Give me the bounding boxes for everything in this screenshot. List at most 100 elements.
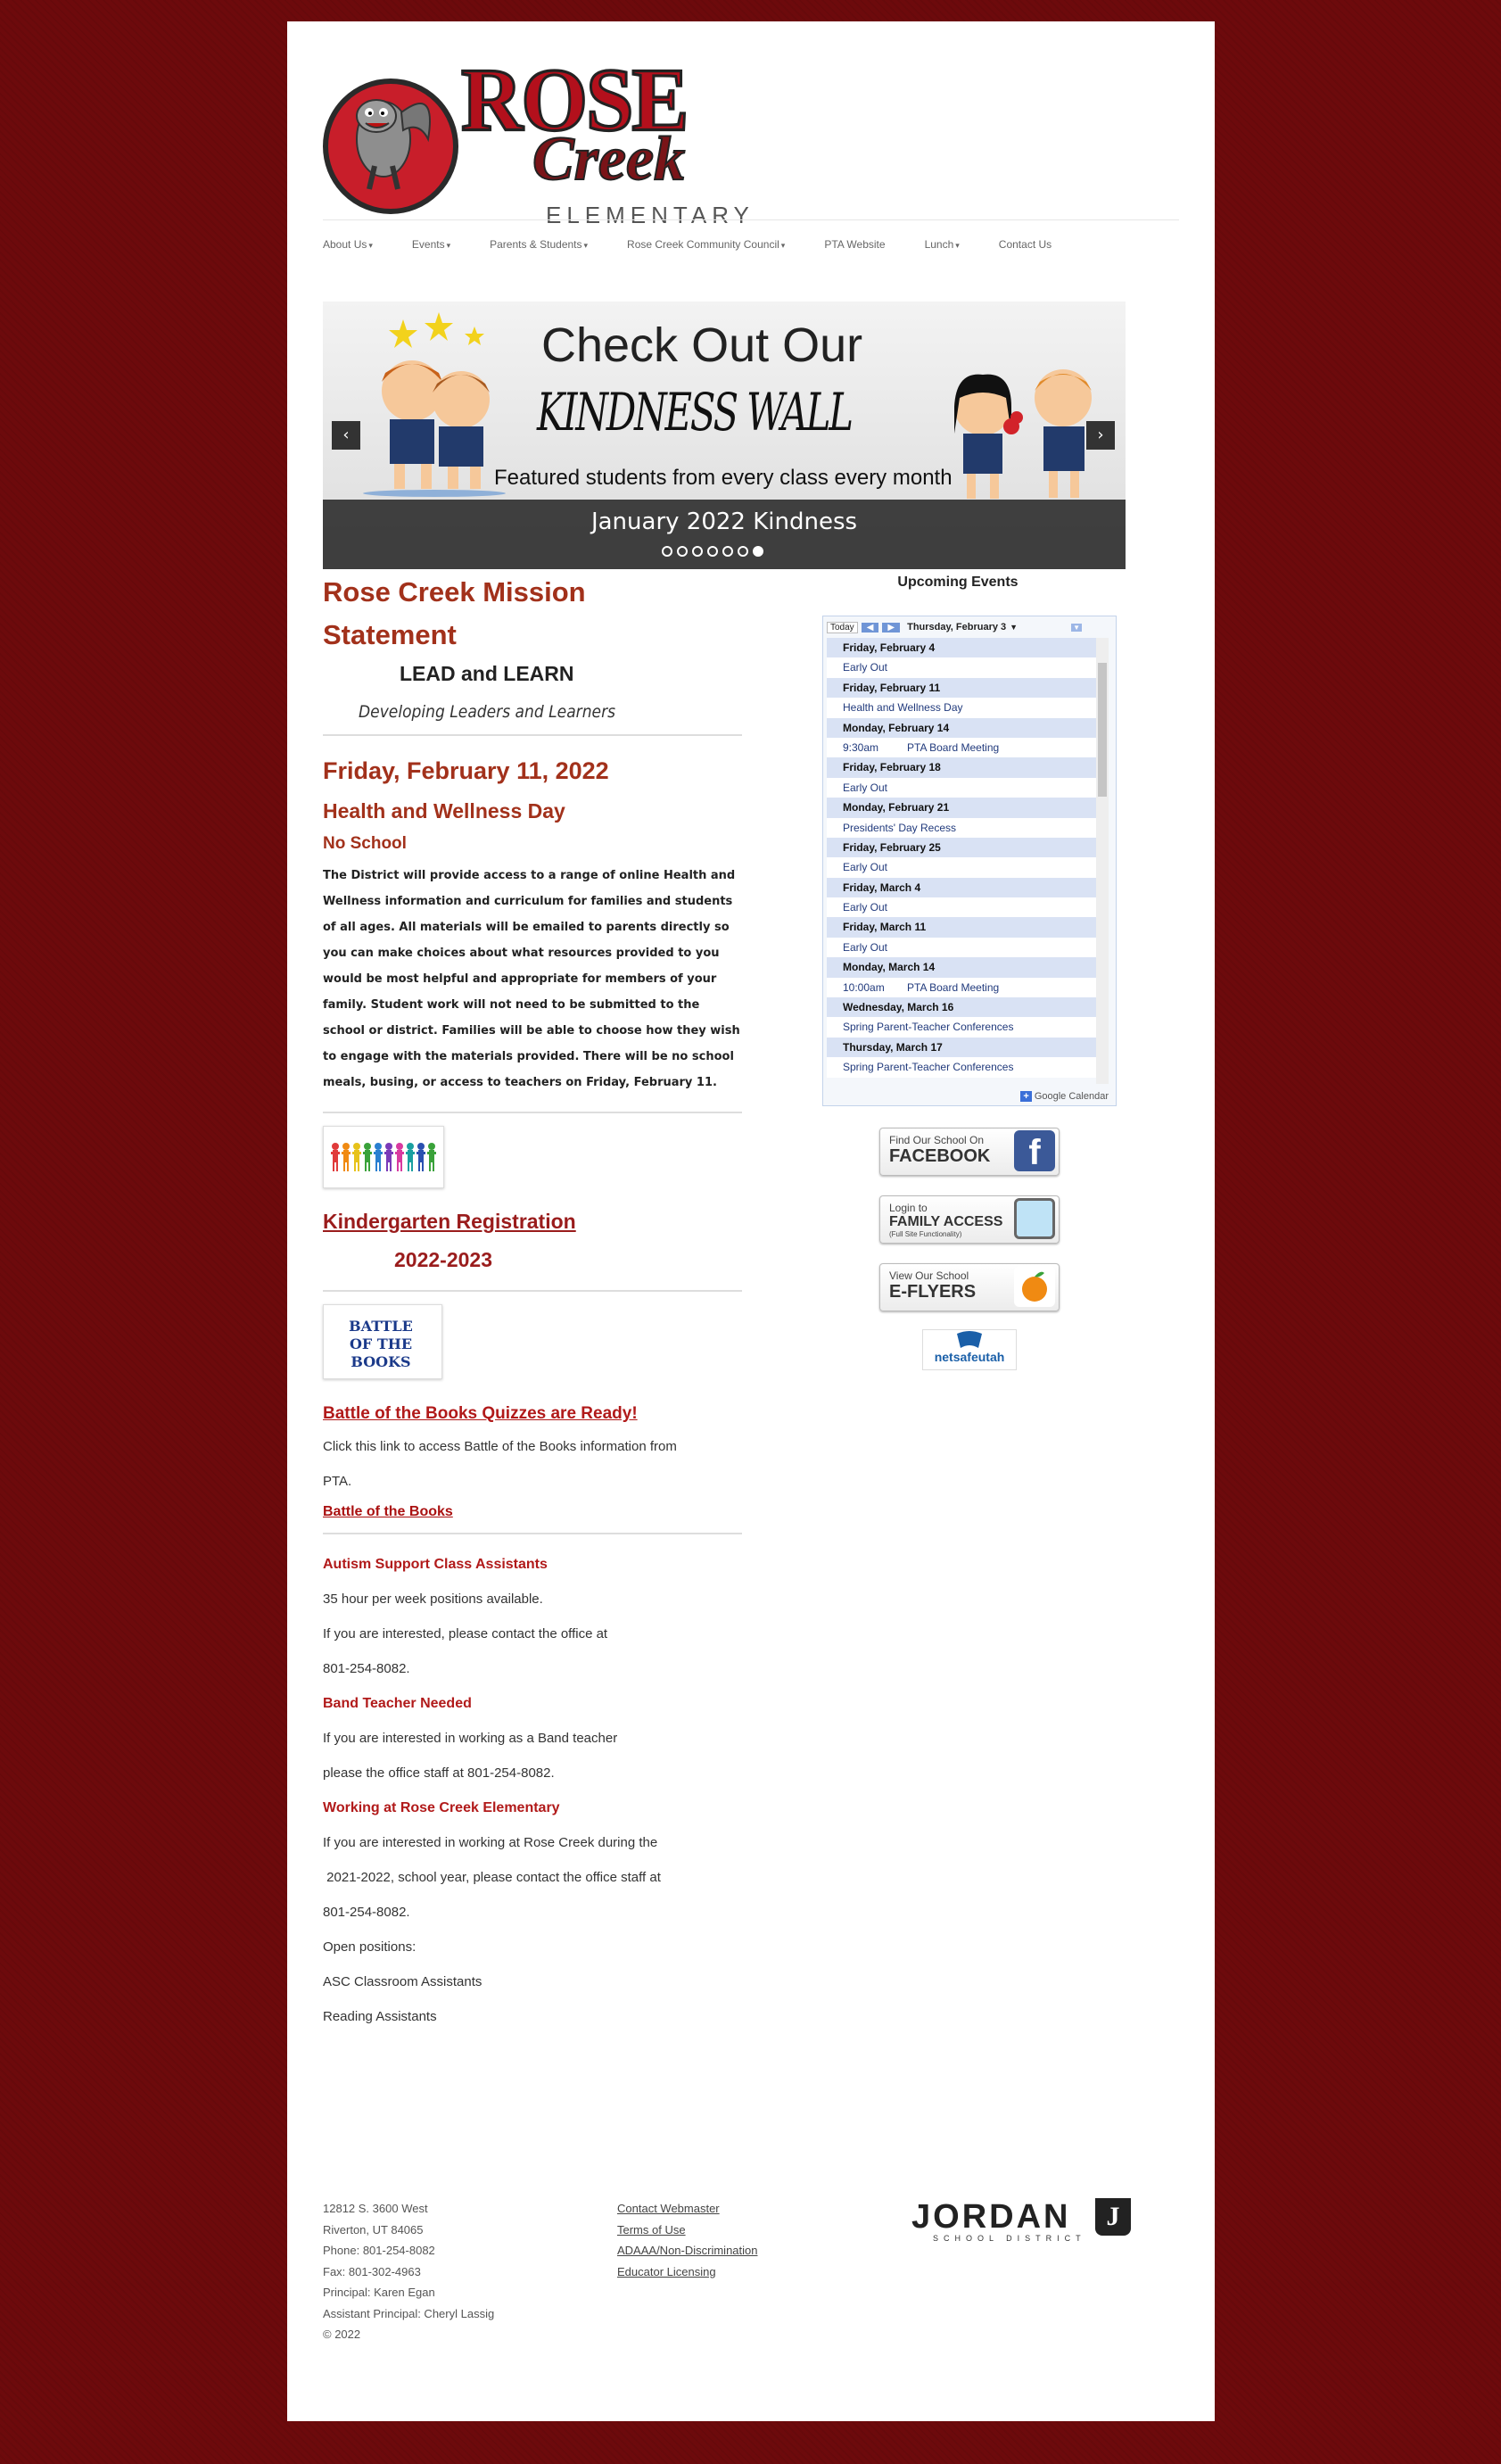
google-calendar-link[interactable]: + Google Calendar	[1020, 1091, 1109, 1102]
nav-item[interactable]: Parents & Students ▾	[490, 238, 588, 251]
jordan-district-logo[interactable]: JORDAN SCHOOL DISTRICT J	[911, 2198, 1134, 2243]
slider-pagination	[662, 546, 763, 557]
google-calendar-label: Google Calendar	[1034, 1091, 1109, 1102]
slider-dot[interactable]	[707, 546, 718, 557]
divider	[323, 1533, 742, 1534]
slider-dot[interactable]	[738, 546, 748, 557]
nav-item[interactable]: Lunch ▾	[925, 238, 960, 251]
battle-books-link[interactable]: Battle of the Books	[323, 1504, 742, 1520]
slider-dot[interactable]	[677, 546, 688, 557]
slide-heading-script: KINDNESS WALL	[537, 382, 854, 442]
family-access-button[interactable]: Login to FAMILY ACCESS (Full Site Functi…	[879, 1195, 1060, 1244]
calendar-event[interactable]: Early Out	[827, 937, 1096, 958]
calendar-event[interactable]: Early Out	[827, 657, 1096, 678]
mission-title: Rose Creek Mission Statement	[323, 576, 586, 650]
battle-books-title-link[interactable]: Battle of the Books Quizzes are Ready!	[323, 1404, 742, 1424]
calendar-event[interactable]: 10:00am PTA Board Meeting	[827, 977, 1096, 998]
nav-item[interactable]: PTA Website	[824, 238, 885, 251]
school-logo[interactable]: ROSE Creek ELEMENTARY	[323, 54, 749, 230]
footer-link[interactable]: Educator Licensing	[617, 2261, 758, 2283]
footer-address-line: Riverton, UT 84065	[323, 2222, 424, 2237]
family-access-small-text: Login to	[889, 1202, 928, 1214]
site-footer: 12812 S. 3600 West Riverton, UT 84065 Phon…	[287, 2198, 1215, 2421]
work-job-text: 2021-2022, school year, please contact t…	[323, 1870, 661, 1885]
calendar-menu-icon[interactable]: ▼	[1071, 623, 1082, 632]
day-label: Monday, March 14	[843, 961, 936, 974]
calendar-day-header: Friday, February 4	[827, 638, 1096, 658]
slider-next-button[interactable]: ›	[1086, 421, 1115, 450]
google-calendar-widget: Today ◀ ▶ Thursday, February 3 ▼ ▼ Frida…	[822, 616, 1117, 1106]
kindergarten-registration-link[interactable]: Kindergarten Registration	[323, 1210, 742, 1234]
event-title: Early Out	[843, 781, 888, 794]
family-access-label: FAMILY ACCESS	[889, 1214, 1003, 1229]
slider-dot[interactable]	[692, 546, 703, 557]
calendar-event[interactable]: Early Out	[827, 857, 1096, 878]
calendar-event[interactable]: Spring Parent-Teacher Conferences	[827, 1057, 1096, 1078]
nav-item-label: About Us	[323, 238, 367, 251]
calendar-event-list[interactable]: Friday, February 4 Early Out Friday, Febru…	[827, 638, 1096, 1084]
kindergarten-thumbnail[interactable]	[323, 1126, 444, 1188]
event-title: Spring Parent-Teacher Conferences	[843, 1021, 1014, 1034]
kindergarten-year: 2022-2023	[394, 1248, 492, 1271]
chevron-down-icon[interactable]: ▼	[1010, 623, 1018, 632]
calendar-day-header: Monday, March 14	[827, 957, 1096, 978]
calendar-today-button[interactable]: Today	[827, 621, 858, 633]
calendar-day-header: Friday, March 11	[827, 917, 1096, 938]
battle-books-text-2: PTA.	[323, 1474, 352, 1489]
calendar-prev-button[interactable]: ◀	[861, 622, 879, 633]
day-label: Friday, March 4	[843, 881, 921, 894]
day-label: Wednesday, March 16	[843, 1001, 954, 1014]
calendar-scroll-thumb[interactable]	[1098, 663, 1107, 797]
calendar-event[interactable]: 9:30am PTA Board Meeting	[827, 737, 1096, 758]
autism-job-phone: 801-254-8082.	[323, 1661, 410, 1676]
calendar-day-header: Friday, February 18	[827, 757, 1096, 778]
day-label: Friday, March 11	[843, 921, 927, 934]
plus-icon: +	[1020, 1091, 1032, 1102]
calendar-current-date[interactable]: Thursday, February 3	[907, 622, 1006, 633]
calendar-day-header: Wednesday, March 16	[827, 997, 1096, 1018]
calendar-next-button[interactable]: ▶	[882, 622, 901, 633]
eflyers-small-text: View Our School	[889, 1269, 969, 1282]
footer-address-line: 12812 S. 3600 West	[323, 2202, 428, 2215]
chevron-down-icon: ▾	[583, 241, 589, 250]
footer-address-line: Assistant Principal: Cheryl Lassig	[323, 2306, 495, 2320]
battle-books-thumbnail[interactable]: BATTLE OF THE BOOKS	[323, 1304, 442, 1379]
calendar-toolbar: Today ◀ ▶ Thursday, February 3 ▼ ▼	[823, 616, 1116, 638]
autism-job-title: Autism Support Class Assistants	[323, 1557, 548, 1572]
slider-dot[interactable]	[722, 546, 733, 557]
district-subtitle: SCHOOL DISTRICT	[933, 2234, 1086, 2243]
calendar-event[interactable]: Spring Parent-Teacher Conferences	[827, 1017, 1096, 1038]
hero-slider[interactable]: Check Out Our KINDNESS WALL Featured stu…	[323, 302, 1126, 569]
day-label: Monday, February 14	[843, 721, 950, 734]
netsafe-label: netsafeutah	[934, 1350, 1005, 1364]
calendar-event[interactable]: Health and Wellness Day	[827, 698, 1096, 718]
upcoming-events-title: Upcoming Events	[897, 575, 1019, 590]
event-title: PTA Board Meeting	[907, 980, 1000, 994]
netsafe-utah-button[interactable]: netsafeutah	[922, 1329, 1017, 1370]
nav-item[interactable]: Contact Us	[999, 238, 1052, 251]
nav-item[interactable]: Rose Creek Community Council ▾	[627, 238, 785, 251]
open-positions-label: Open positions:	[323, 1939, 416, 1955]
slider-dot[interactable]	[753, 546, 763, 557]
slide-caption-bar: January 2022 Kindness	[323, 500, 1126, 569]
footer-address-line: Fax: 801-302-4963	[323, 2264, 421, 2278]
slider-prev-button[interactable]: ‹	[332, 421, 360, 450]
slide-subheading: Featured students from every class every…	[494, 466, 953, 490]
mission-tagline: Developing Leaders and Learners	[359, 702, 616, 722]
nav-item[interactable]: About Us ▾	[323, 238, 373, 251]
paper-people-icon	[331, 1143, 436, 1171]
announcement-date: Friday, February 11, 2022	[323, 757, 609, 784]
band-job-text: please the office staff at 801-254-8082.	[323, 1765, 555, 1781]
facebook-button[interactable]: Find Our School On FACEBOOK f	[879, 1128, 1060, 1176]
eflyers-button[interactable]: View Our School E-FLYERS	[879, 1263, 1060, 1311]
calendar-event[interactable]: Early Out	[827, 777, 1096, 798]
calendar-event[interactable]: Early Out	[827, 897, 1096, 918]
battle-books-logo: BATTLE OF THE BOOKS	[349, 1318, 413, 1370]
nav-item[interactable]: Events ▾	[412, 238, 450, 251]
footer-link[interactable]: ADAAA/Non-Discrimination	[617, 2240, 758, 2261]
footer-link[interactable]: Contact Webmaster	[617, 2198, 758, 2220]
slider-dot[interactable]	[662, 546, 672, 557]
calendar-event[interactable]: Presidents' Day Recess	[827, 817, 1096, 838]
event-title: Early Out	[843, 861, 888, 874]
footer-link[interactable]: Terms of Use	[617, 2220, 758, 2241]
